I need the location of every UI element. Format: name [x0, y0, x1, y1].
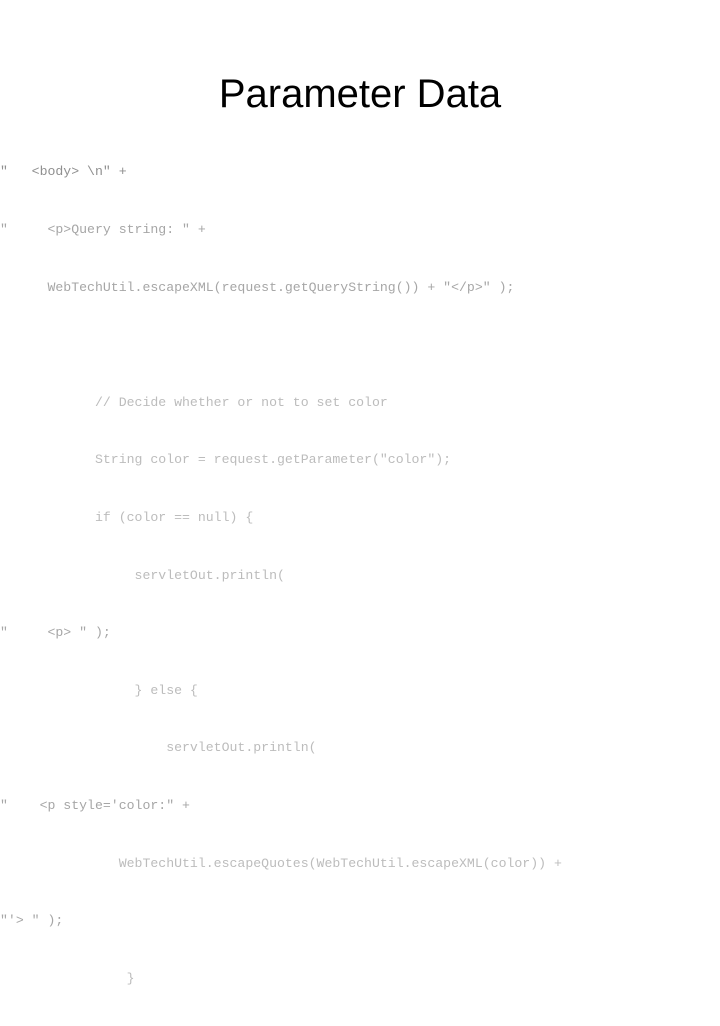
code-line: } else {	[0, 682, 198, 698]
code-line: WebTechUtil.escapeXML(request.getQuerySt…	[0, 279, 515, 295]
code-line: String color = request.getParameter("col…	[0, 452, 452, 468]
code-line-blank	[0, 335, 720, 354]
code-listing: " <body> \n" + " <p>Query string: " + We…	[0, 124, 720, 1026]
code-line: " <p style='color:" +	[0, 797, 190, 813]
code-line: " <p> " );	[0, 625, 111, 641]
code-line: }	[0, 970, 135, 986]
code-line: // Decide whether or not to set color	[0, 394, 388, 410]
code-line: servletOut.println(	[0, 567, 285, 583]
code-line: " <body> \n" +	[0, 164, 127, 180]
code-line: if (color == null) {	[0, 509, 254, 525]
code-line: servletOut.println(	[0, 740, 317, 756]
page-title: Parameter Data	[218, 71, 502, 116]
code-line: "'> " );	[0, 913, 64, 929]
slide-canvas: Parameter Data " <body> \n" + " <p>Query…	[0, 0, 720, 986]
code-line: WebTechUtil.escapeQuotes(WebTechUtil.esc…	[0, 855, 562, 871]
code-line: " <p>Query string: " +	[0, 222, 206, 237]
